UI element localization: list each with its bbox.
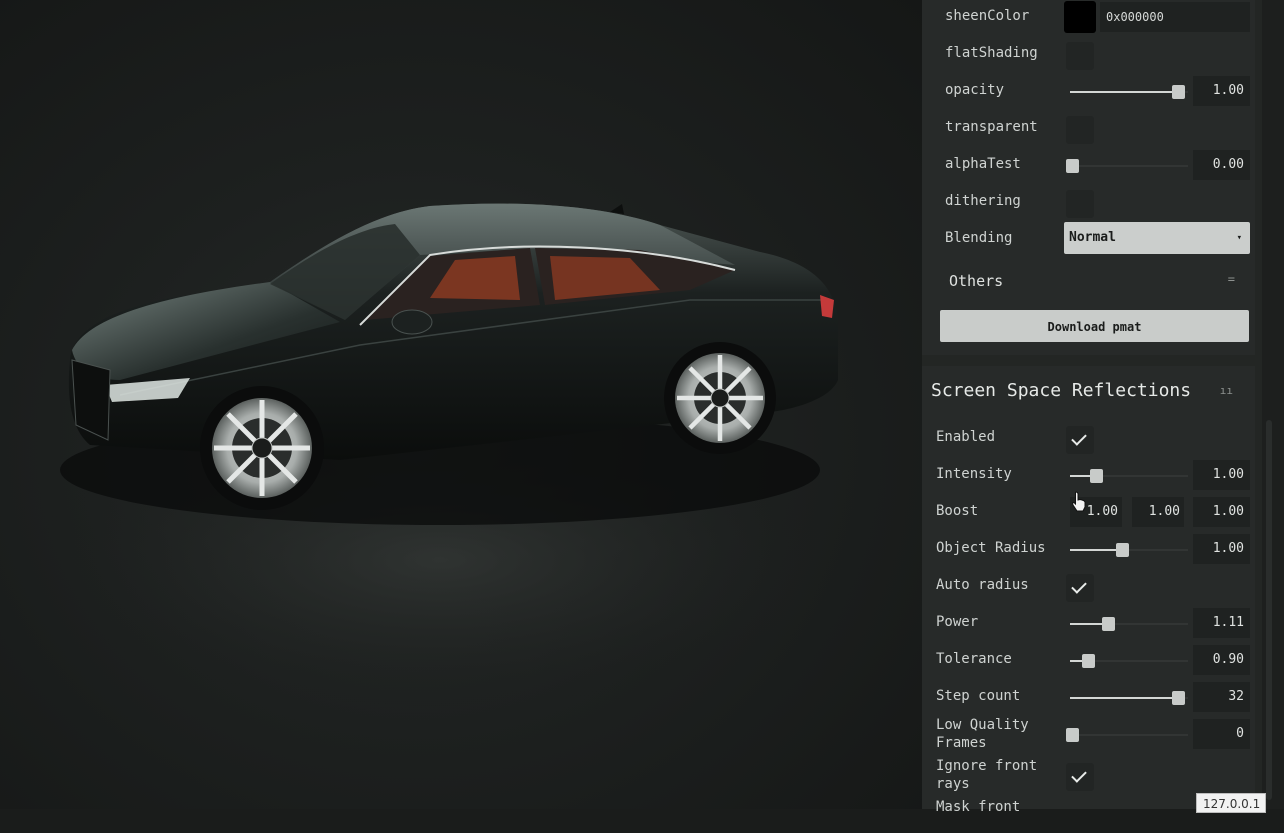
others-label: Others xyxy=(949,272,1004,290)
ignore-front-rays-row: Ignore front rays xyxy=(922,758,1255,795)
auto-radius-checkbox[interactable] xyxy=(1066,574,1094,602)
low-quality-frames-label: Low Quality Frames xyxy=(936,717,1029,751)
3d-viewport[interactable] xyxy=(0,0,922,809)
others-folder[interactable]: Others = xyxy=(922,266,1255,296)
low-quality-frames-input[interactable]: 0 xyxy=(1193,719,1250,749)
boost-label: Boost xyxy=(936,503,979,519)
opacity-input[interactable]: 1.00 xyxy=(1193,76,1250,106)
intensity-input[interactable]: 1.00 xyxy=(1193,460,1250,490)
step-count-slider-handle[interactable] xyxy=(1172,691,1185,705)
auto-radius-row: Auto radius xyxy=(922,569,1255,606)
tolerance-slider-handle[interactable] xyxy=(1082,654,1095,668)
enabled-checkbox[interactable] xyxy=(1066,426,1094,454)
enabled-label: Enabled xyxy=(936,429,996,445)
low-quality-frames-slider[interactable] xyxy=(1066,725,1188,745)
collapse-icon[interactable]: ıı xyxy=(1220,384,1233,397)
step-count-row: Step count 32 xyxy=(922,680,1255,717)
power-slider[interactable] xyxy=(1070,614,1188,634)
collapse-icon[interactable]: = xyxy=(1228,272,1235,286)
low-quality-frames-slider-handle[interactable] xyxy=(1066,728,1079,742)
sheencolor-input[interactable]: 0x000000 xyxy=(1100,2,1250,32)
opacity-row: opacity 1.00 xyxy=(922,74,1255,111)
opacity-label: opacity xyxy=(945,82,1005,98)
mask-front-label: Mask front xyxy=(936,799,1021,815)
alphatest-slider-handle[interactable] xyxy=(1066,159,1079,173)
low-quality-frames-row: Low Quality Frames 0 xyxy=(922,717,1255,754)
sheencolor-swatch[interactable] xyxy=(1064,1,1096,33)
tolerance-slider[interactable] xyxy=(1070,651,1188,671)
step-count-input[interactable]: 32 xyxy=(1193,682,1250,712)
transparent-checkbox[interactable] xyxy=(1066,116,1094,144)
step-count-label: Step count xyxy=(936,688,1021,704)
download-pmat-button[interactable]: Download pmat xyxy=(940,310,1249,342)
transparent-row: transparent xyxy=(922,111,1255,148)
object-radius-label: Object Radius xyxy=(936,540,1046,556)
dithering-row: dithering xyxy=(922,185,1255,222)
power-slider-handle[interactable] xyxy=(1102,617,1115,631)
boost-y-input[interactable]: 1.00 xyxy=(1132,497,1184,527)
tolerance-label: Tolerance xyxy=(936,651,1012,667)
transparent-label: transparent xyxy=(945,119,1038,135)
object-radius-input[interactable]: 1.00 xyxy=(1193,534,1250,564)
blending-row: Blending Normal ▾ xyxy=(922,222,1255,259)
caret-down-icon: ▾ xyxy=(1236,233,1242,243)
opacity-slider[interactable] xyxy=(1070,82,1188,102)
tolerance-input[interactable]: 0.90 xyxy=(1193,645,1250,675)
intensity-label: Intensity xyxy=(936,466,1012,482)
scrollbar-thumb[interactable] xyxy=(1266,420,1272,800)
alphatest-row: alphaTest 0.00 xyxy=(922,148,1255,185)
hand-pointer-icon xyxy=(1071,491,1086,512)
ssr-section: Screen Space Reflections ıı Enabled Inte… xyxy=(922,366,1255,815)
intensity-slider-handle[interactable] xyxy=(1090,469,1103,483)
flatshading-label: flatShading xyxy=(945,45,1038,61)
url-status-tooltip: 127.0.0.1 xyxy=(1196,793,1266,813)
ssr-title[interactable]: Screen Space Reflections xyxy=(931,380,1191,401)
step-count-slider[interactable] xyxy=(1070,688,1188,708)
blending-select[interactable]: Normal ▾ xyxy=(1064,222,1250,254)
ignore-front-rays-label: Ignore front rays xyxy=(936,758,1038,792)
intensity-slider[interactable] xyxy=(1070,466,1188,486)
material-section: sheenColor 0x000000 flatShading opacity … xyxy=(922,0,1255,355)
intensity-row: Intensity 1.00 xyxy=(922,458,1255,495)
dithering-label: dithering xyxy=(945,193,1021,209)
sheencolor-row: sheenColor 0x000000 xyxy=(922,0,1255,37)
boost-row: Boost 1.00 1.00 1.00 xyxy=(922,495,1255,532)
alphatest-slider[interactable] xyxy=(1066,156,1188,176)
flatshading-row: flatShading xyxy=(922,37,1255,74)
panel-scrollbar[interactable] xyxy=(1262,0,1284,809)
tolerance-row: Tolerance 0.90 xyxy=(922,643,1255,680)
dithering-checkbox[interactable] xyxy=(1066,190,1094,218)
properties-panel: sheenColor 0x000000 flatShading opacity … xyxy=(922,0,1262,815)
object-radius-slider-handle[interactable] xyxy=(1116,543,1129,557)
object-radius-slider[interactable] xyxy=(1070,540,1188,560)
blending-label: Blending xyxy=(945,230,1013,246)
power-label: Power xyxy=(936,614,979,630)
opacity-slider-handle[interactable] xyxy=(1172,85,1185,99)
boost-z-input[interactable]: 1.00 xyxy=(1193,497,1250,527)
alphatest-label: alphaTest xyxy=(945,156,1021,172)
car-render xyxy=(20,203,860,710)
auto-radius-label: Auto radius xyxy=(936,577,1029,593)
alphatest-input[interactable]: 0.00 xyxy=(1193,150,1250,180)
ssr-enabled-row: Enabled xyxy=(922,421,1255,458)
sheencolor-label: sheenColor xyxy=(945,8,1030,24)
ignore-front-rays-checkbox[interactable] xyxy=(1066,763,1094,791)
power-row: Power 1.11 xyxy=(922,606,1255,643)
object-radius-row: Object Radius 1.00 xyxy=(922,532,1255,569)
power-input[interactable]: 1.11 xyxy=(1193,608,1250,638)
blending-select-value: Normal xyxy=(1069,230,1116,245)
flatshading-checkbox[interactable] xyxy=(1066,42,1094,70)
